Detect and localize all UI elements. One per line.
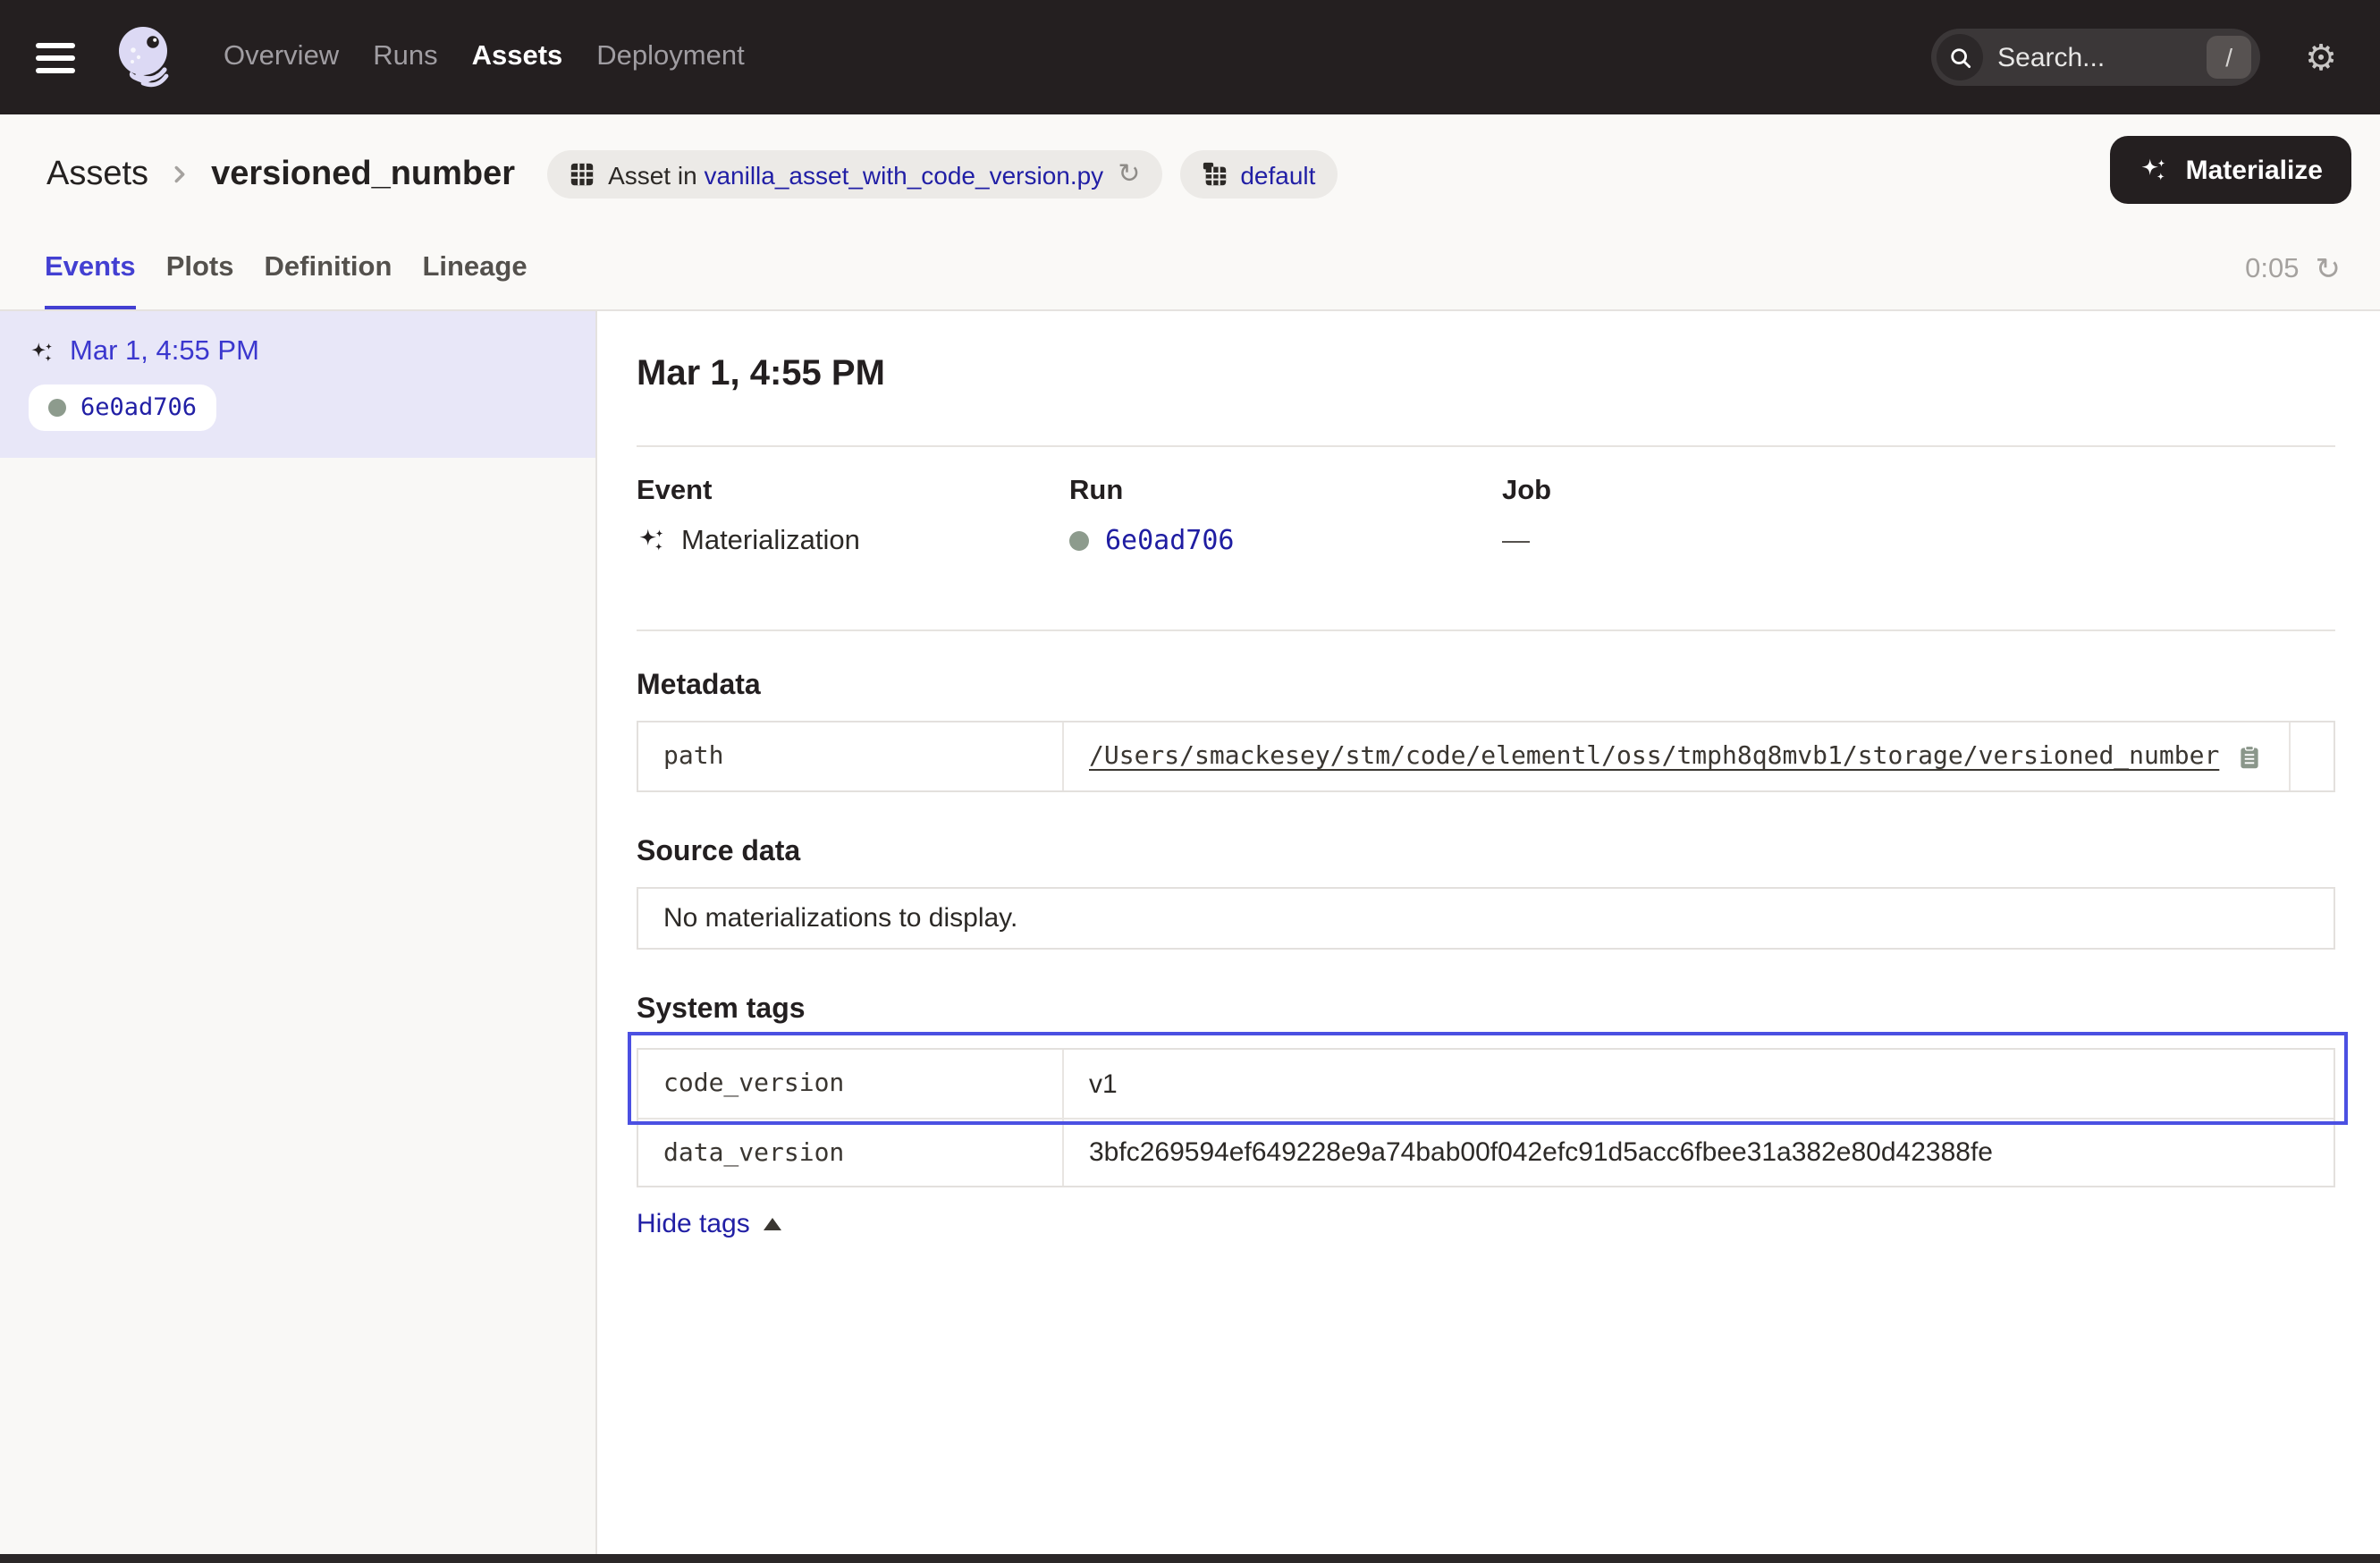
asset-tabs: Events Plots Definition Lineage xyxy=(45,252,527,309)
metadata-path-link[interactable]: /Users/smackesey/stm/code/elementl/oss/t… xyxy=(1089,742,2219,771)
gear-icon[interactable]: ⚙ xyxy=(2305,39,2337,75)
materialize-button[interactable]: Materialize xyxy=(2111,136,2351,204)
system-tags-table-wrap: code_version v1 data_version 3bfc269594e… xyxy=(637,1048,2335,1187)
auto-refresh-status: 0:05 ↻ xyxy=(2245,254,2341,286)
refresh-countdown: 0:05 xyxy=(2245,254,2299,286)
tab-events[interactable]: Events xyxy=(45,252,136,309)
nav-item-assets[interactable]: Assets xyxy=(472,41,563,73)
code-location-link[interactable]: default xyxy=(1240,160,1315,189)
tab-plots[interactable]: Plots xyxy=(166,252,234,309)
clipboard-icon[interactable] xyxy=(2237,743,2262,770)
tag-value: v1 xyxy=(1064,1050,2334,1118)
magnifier-icon xyxy=(1937,34,1983,80)
tag-value: 3bfc269594ef649228e9a74bab00f042efc91d5a… xyxy=(1064,1119,2334,1186)
hamburger-icon[interactable] xyxy=(36,42,75,72)
events-sidebar: Mar 1, 4:55 PM 6e0ad706 xyxy=(0,311,597,1563)
asset-tag-prefix: Asset in xyxy=(608,160,697,189)
event-detail-title: Mar 1, 4:55 PM xyxy=(637,352,2335,395)
tab-lineage[interactable]: Lineage xyxy=(422,252,527,309)
nav-item-runs[interactable]: Runs xyxy=(373,41,437,73)
dagster-octopus-logo[interactable] xyxy=(105,20,181,95)
caret-up-icon xyxy=(764,1218,782,1230)
sparkles-icon xyxy=(2139,155,2170,185)
app-window: Overview Runs Assets Deployment / ⚙ Asse… xyxy=(0,0,2380,1563)
search-shortcut-key: / xyxy=(2207,36,2251,79)
code-location-icon xyxy=(1201,161,1228,188)
run-id: 6e0ad706 xyxy=(80,393,197,422)
run-status-dot xyxy=(1069,531,1089,551)
hide-tags-toggle[interactable]: Hide tags xyxy=(637,1209,2335,1239)
metadata-action-cell xyxy=(2289,722,2334,790)
event-column-label: Event xyxy=(637,474,1069,508)
run-status-dot xyxy=(48,399,66,417)
source-data-empty-state: No materializations to display. xyxy=(637,887,2335,950)
event-timestamp-link[interactable]: Mar 1, 4:55 PM xyxy=(70,336,259,368)
empty-message: No materializations to display. xyxy=(663,903,1017,934)
breadcrumb: Assets versioned_number xyxy=(0,114,2380,199)
event-summary: Event Run Job Materialization 6e xyxy=(637,474,2335,558)
source-data-heading: Source data xyxy=(637,835,2335,869)
top-nav: Overview Runs Assets Deployment / ⚙ xyxy=(0,0,2380,114)
event-detail-panel: Mar 1, 4:55 PM Event Run Job Materializa… xyxy=(597,311,2380,1563)
primary-nav: Overview Runs Assets Deployment xyxy=(224,41,745,73)
system-tags-heading: System tags xyxy=(637,993,2335,1027)
table-row: path /Users/smackesey/stm/code/elementl/… xyxy=(638,722,2334,790)
event-list-item-selected[interactable]: Mar 1, 4:55 PM 6e0ad706 xyxy=(0,311,595,458)
refresh-icon[interactable]: ↻ xyxy=(2316,255,2342,285)
chevron-right-icon xyxy=(166,161,193,188)
bottom-edge-bar xyxy=(0,1554,2380,1563)
nav-item-deployment[interactable]: Deployment xyxy=(596,41,744,73)
search-input[interactable] xyxy=(1997,42,2207,72)
run-badge[interactable]: 6e0ad706 xyxy=(29,384,216,431)
metadata-table: path /Users/smackesey/stm/code/elementl/… xyxy=(637,721,2335,792)
divider xyxy=(637,629,2335,631)
sparkles-icon xyxy=(637,526,667,556)
system-tags-table: code_version v1 data_version 3bfc269594e… xyxy=(637,1048,2335,1187)
reload-definition-icon[interactable]: ↻ xyxy=(1118,161,1140,188)
nav-item-overview[interactable]: Overview xyxy=(224,41,339,73)
tab-definition[interactable]: Definition xyxy=(265,252,392,309)
event-type-value: Materialization xyxy=(681,524,860,558)
hide-tags-link: Hide tags xyxy=(637,1209,750,1239)
metadata-key: path xyxy=(638,722,1064,790)
code-location-tag[interactable]: default xyxy=(1179,150,1337,199)
breadcrumb-assets-link[interactable]: Assets xyxy=(46,155,148,194)
tag-key: data_version xyxy=(638,1119,1064,1186)
run-id-link[interactable]: 6e0ad706 xyxy=(1105,524,1235,558)
metadata-heading: Metadata xyxy=(637,669,2335,703)
tag-key: code_version xyxy=(638,1050,1064,1118)
asset-definition-tag[interactable]: Asset in vanilla_asset_with_code_version… xyxy=(547,150,1161,199)
asset-file-link[interactable]: vanilla_asset_with_code_version.py xyxy=(704,160,1103,189)
global-search[interactable]: / xyxy=(1931,29,2260,86)
job-empty-value: — xyxy=(1502,524,2335,558)
table-row-code-version: code_version v1 xyxy=(638,1050,2334,1118)
content-area: Mar 1, 4:55 PM 6e0ad706 Mar 1, 4:55 PM E… xyxy=(0,311,2380,1563)
table-row-data-version: data_version 3bfc269594ef649228e9a74bab0… xyxy=(638,1118,2334,1186)
table-grid-icon xyxy=(569,161,595,188)
sparkles-icon xyxy=(29,339,55,366)
run-column-label: Run xyxy=(1069,474,1502,508)
divider xyxy=(637,445,2335,447)
page-header: Assets versioned_number xyxy=(0,114,2380,311)
job-column-label: Job xyxy=(1502,474,2335,508)
page-title: versioned_number xyxy=(211,155,515,194)
materialize-button-label: Materialize xyxy=(2186,155,2323,185)
